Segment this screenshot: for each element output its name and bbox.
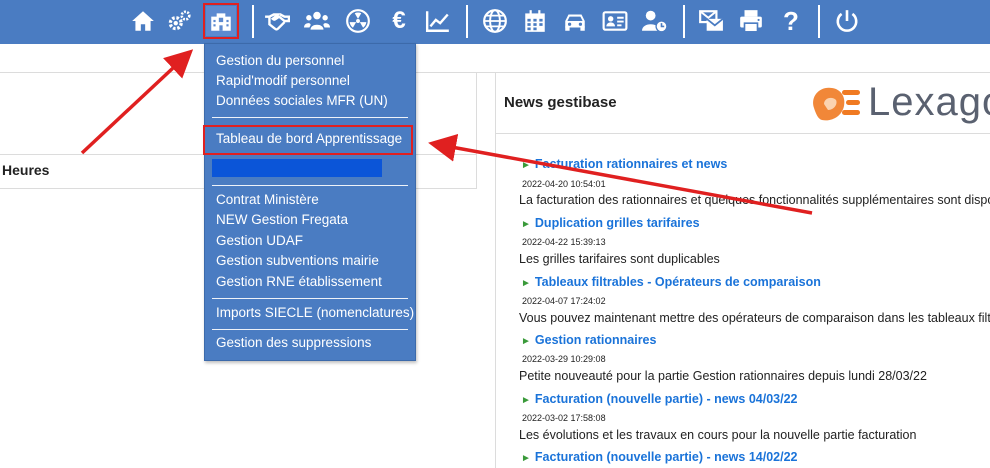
lexago-logo: Lexago <box>806 74 990 134</box>
gears-icon[interactable] <box>164 6 194 36</box>
car-icon[interactable] <box>560 6 590 36</box>
home-icon[interactable] <box>128 6 158 36</box>
bullet-triangle-icon: ► <box>521 278 531 289</box>
news-item-desc: Les évolutions et les travaux en cours p… <box>519 428 917 442</box>
toolbar-separator <box>252 5 254 38</box>
news-title-text: Tableaux filtrables - Opérateurs de comp… <box>534 275 821 289</box>
lexago-logo-icon <box>813 87 860 121</box>
power-icon[interactable] <box>832 6 862 36</box>
calendar-icon[interactable] <box>520 6 550 36</box>
bullet-triangle-icon: ► <box>521 160 531 171</box>
toolbar-separator <box>818 5 820 38</box>
logo-text: Lexago <box>868 80 990 124</box>
heures-label: Heures <box>2 162 50 178</box>
news-item-desc: Les grilles tarifaires sont duplicables <box>519 252 720 266</box>
euro-icon[interactable]: € <box>384 6 414 36</box>
menu-separator <box>212 298 408 299</box>
news-item-date: 2022-04-22 15:39:13 <box>522 237 606 247</box>
bullet-triangle-icon: ► <box>521 219 531 230</box>
menu-item-gestion-personnel[interactable]: Gestion du personnel <box>216 53 344 68</box>
chart-line-icon[interactable] <box>423 6 453 36</box>
bullet-triangle-icon: ► <box>521 453 531 464</box>
menu-redacted-item[interactable] <box>212 159 382 177</box>
bullet-triangle-icon: ► <box>521 395 531 406</box>
news-title-text: Facturation (nouvelle partie) - news 14/… <box>534 450 798 464</box>
dropdown-menu: Gestion du personnel Rapid'modif personn… <box>204 43 416 361</box>
users-icon[interactable] <box>302 6 332 36</box>
bullet-triangle-icon: ► <box>521 336 531 347</box>
menu-item-donnees-sociales[interactable]: Données sociales MFR (UN) <box>216 93 388 108</box>
news-item-date: 2022-04-07 17:24:02 <box>522 296 606 306</box>
news-item-title[interactable]: ► Gestion rationnaires <box>521 333 656 347</box>
toolbar-separator <box>466 5 468 38</box>
news-header: News gestibase <box>504 94 617 111</box>
news-item-date: 2022-03-02 17:58:08 <box>522 413 606 423</box>
menu-item-gestion-rne[interactable]: Gestion RNE établissement <box>216 274 382 289</box>
news-title-text: Facturation (nouvelle partie) - news 04/… <box>534 392 798 406</box>
news-item-title[interactable]: ► Duplication grilles tarifaires <box>521 216 700 230</box>
news-item-title[interactable]: ► Facturation (nouvelle partie) - news 04… <box>521 392 798 406</box>
menu-separator <box>212 117 408 118</box>
radiation-icon[interactable] <box>343 6 373 36</box>
menu-item-gestion-udaf[interactable]: Gestion UDAF <box>216 233 303 248</box>
toolbar-separator <box>683 5 685 38</box>
printer-icon[interactable] <box>736 6 766 36</box>
news-item-desc: La facturation des rationnaires et quelq… <box>519 193 990 207</box>
menu-separator <box>212 185 408 186</box>
top-toolbar: € ? <box>0 0 990 44</box>
menu-item-rapid-modif[interactable]: Rapid'modif personnel <box>216 73 350 88</box>
news-item-desc: Petite nouveauté pour la partie Gestion … <box>519 369 927 383</box>
help-icon[interactable]: ? <box>776 6 806 36</box>
menu-item-contrat-ministere[interactable]: Contrat Ministère <box>216 192 319 207</box>
annotation-highlight-box <box>203 125 413 155</box>
menu-item-gestion-suppressions[interactable]: Gestion des suppressions <box>216 335 371 350</box>
menu-item-gestion-subventions[interactable]: Gestion subventions mairie <box>216 253 379 268</box>
mail-icon[interactable] <box>696 6 726 36</box>
news-item-date: 2022-03-29 10:29:08 <box>522 354 606 364</box>
news-item-title[interactable]: ► Facturation (nouvelle partie) - news 14… <box>521 450 798 464</box>
menu-item-gestion-fregata[interactable]: NEW Gestion Fregata <box>216 212 348 227</box>
building-icon[interactable] <box>203 3 239 39</box>
sub-header-bar <box>0 44 990 73</box>
news-item-date: 2022-04-20 10:54:01 <box>522 179 606 189</box>
menu-separator <box>212 329 408 330</box>
news-title-text: Gestion rationnaires <box>534 333 657 347</box>
globe-icon[interactable] <box>480 6 510 36</box>
id-card-icon[interactable] <box>600 6 630 36</box>
handshake-icon[interactable] <box>262 6 292 36</box>
news-title-text: Facturation rationnaires et news <box>534 157 728 171</box>
news-title-text: Duplication grilles tarifaires <box>534 216 700 230</box>
user-clock-icon[interactable] <box>640 6 670 36</box>
news-item-title[interactable]: ► Facturation rationnaires et news <box>521 157 727 171</box>
menu-item-imports-siecle[interactable]: Imports SIECLE (nomenclatures) <box>216 305 414 320</box>
news-item-desc: Vous pouvez maintenant mettre des opérat… <box>519 311 990 325</box>
news-item-title[interactable]: ► Tableaux filtrables - Opérateurs de com… <box>521 275 821 289</box>
